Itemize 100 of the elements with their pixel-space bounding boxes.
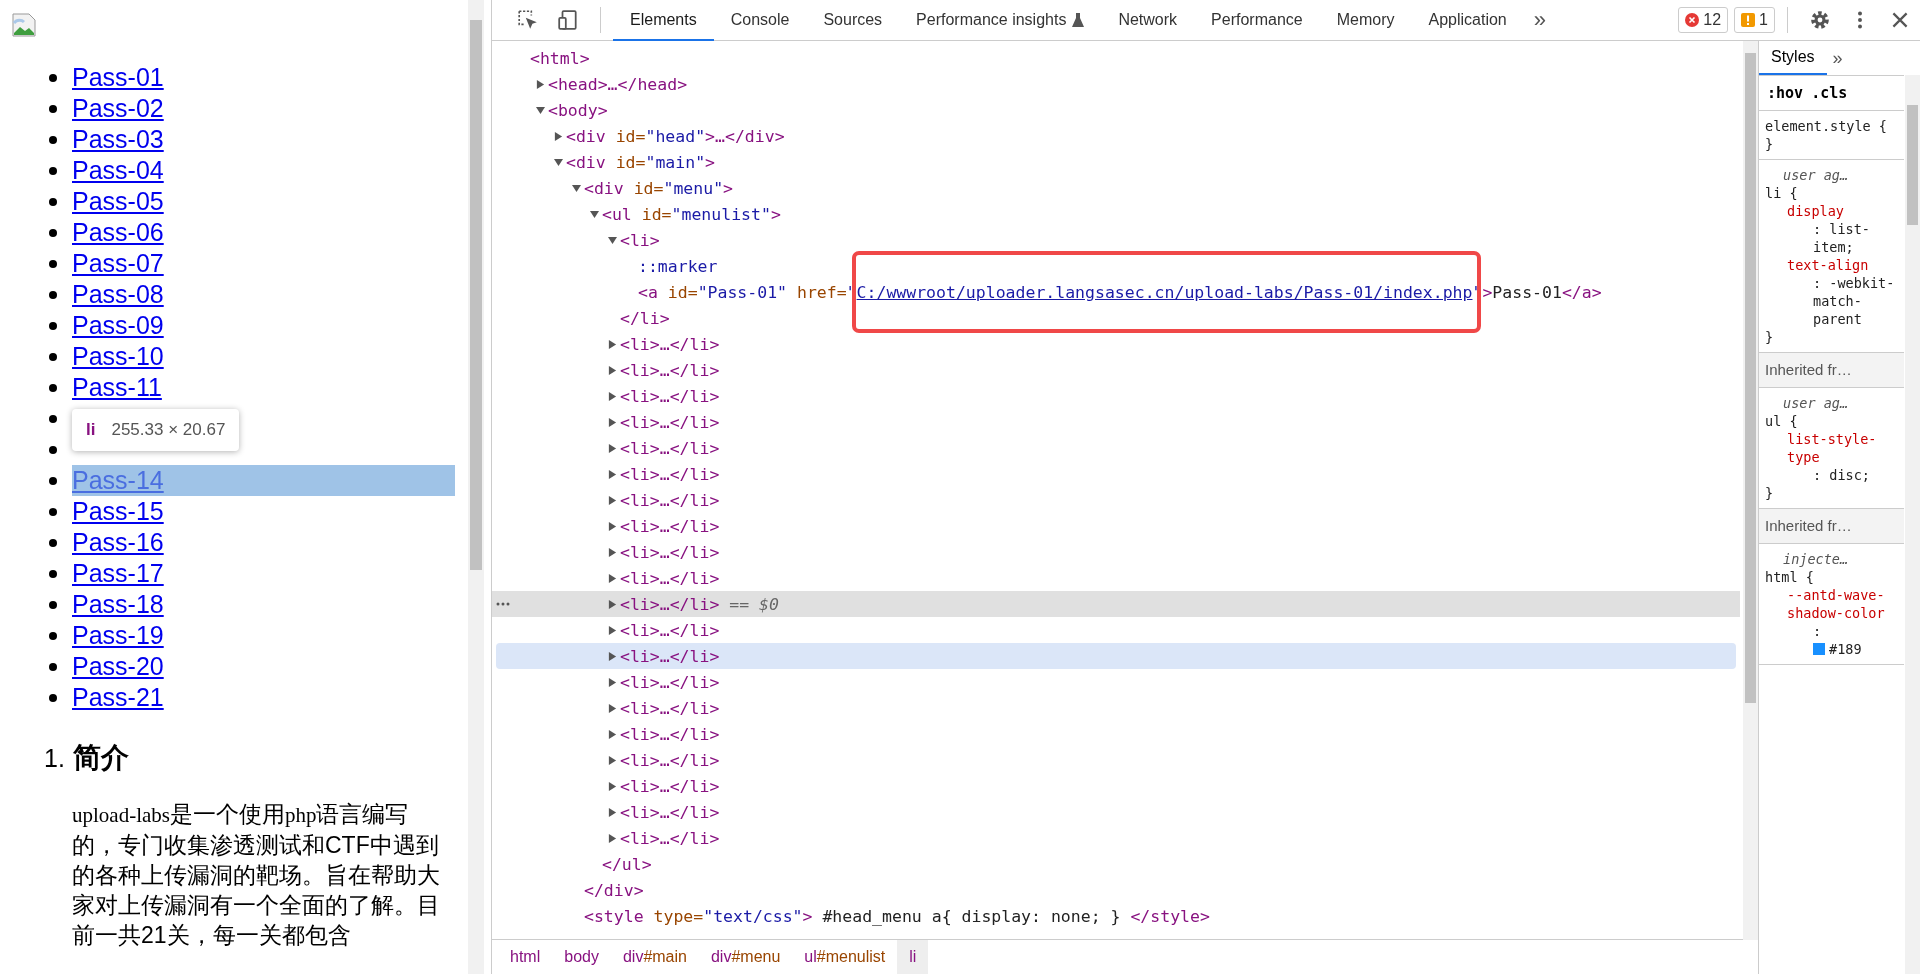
breadcrumb[interactable]: body [552,940,611,974]
pass-link[interactable]: Pass-16 [72,527,164,558]
dom-node[interactable]: <li>…</li> [620,646,720,666]
more-icon[interactable] [496,602,510,606]
dom-node-row[interactable]: <li>…</li> [496,721,1736,747]
settings-icon[interactable] [1809,9,1831,31]
collapsed-arrow-icon[interactable] [608,339,617,349]
dom-node[interactable]: </ul> [602,854,652,874]
panel-tab[interactable]: Network [1101,0,1195,41]
error-count-button[interactable]: 12 [1678,7,1729,33]
dom-node[interactable]: <li>…</li> [620,750,720,770]
collapsed-arrow-icon[interactable] [608,651,617,661]
pass-link[interactable]: Pass-02 [72,93,164,124]
dom-node[interactable]: <div id="head">…</div> [566,126,785,146]
panel-tab[interactable]: Elements [613,0,714,41]
dom-node[interactable]: <li>…</li> [620,776,720,796]
dom-node[interactable]: <head>…</head> [548,74,688,94]
collapsed-arrow-icon[interactable] [608,677,617,687]
pass-link[interactable]: Pass-15 [72,496,164,527]
collapsed-arrow-icon[interactable] [608,729,617,739]
dom-node[interactable]: <li>…</li> [620,438,720,458]
dom-node[interactable]: <li>…</li> [620,802,720,822]
dom-node[interactable]: <li>…</li> [620,542,720,562]
dom-node-row[interactable]: <li>…</li> == $0 [492,591,1740,617]
collapsed-arrow-icon[interactable] [608,417,617,427]
dom-node[interactable]: <li>…</li> [620,386,720,406]
dom-node[interactable]: <li>…</li> [620,464,720,484]
collapsed-arrow-icon[interactable] [608,703,617,713]
panel-tab[interactable]: Performance [1194,0,1320,41]
collapsed-arrow-icon[interactable] [608,365,617,375]
dom-node[interactable]: </div> [584,880,644,900]
dom-node[interactable]: <li>…</li> [620,724,720,744]
scrollbar[interactable] [1743,41,1758,940]
collapsed-arrow-icon[interactable] [608,521,617,531]
collapsed-arrow-icon[interactable] [608,443,617,453]
warning-count-button[interactable]: 1 [1734,7,1775,33]
dom-node-row[interactable]: <li>…</li> [496,565,1736,591]
scrollbar[interactable] [468,0,484,974]
panel-tab[interactable]: Performance insights [899,0,1102,41]
breadcrumb[interactable]: li [897,940,929,974]
dom-node[interactable]: <li>…</li> [620,672,720,692]
pass-link[interactable]: Pass-01 [72,62,164,93]
dom-node-row[interactable]: <li>…</li> [496,695,1736,721]
panel-tab[interactable]: Memory [1319,0,1412,41]
breadcrumb[interactable]: html [498,940,553,974]
dom-node[interactable]: <li>…</li> [620,334,720,354]
dom-node[interactable]: <li> [620,230,660,250]
dom-node[interactable]: <li>…</li> [620,412,720,432]
pass-link[interactable]: Pass-17 [72,558,164,589]
expanded-arrow-icon[interactable] [554,157,563,167]
panel-tab[interactable]: Console [713,0,807,41]
inspect-icon[interactable] [517,9,539,31]
expanded-arrow-icon[interactable] [572,183,581,193]
dom-node-row[interactable]: <li>…</li> [496,357,1736,383]
pass-link[interactable]: Pass-05 [72,186,164,217]
collapsed-arrow-icon[interactable] [554,131,563,141]
expanded-arrow-icon[interactable] [608,235,617,245]
dom-node[interactable]: </li> [620,308,670,328]
expanded-arrow-icon[interactable] [590,209,599,219]
dom-node-row[interactable]: <li>…</li> [496,747,1736,773]
dom-node-row[interactable]: <li>…</li> [496,643,1736,669]
more-tabs-button[interactable]: » [1826,41,1849,75]
collapsed-arrow-icon[interactable] [608,833,617,843]
dom-node[interactable]: <ul id="menulist"> [602,204,781,224]
collapsed-arrow-icon[interactable] [608,755,617,765]
pass-link[interactable]: Pass-19 [72,620,164,651]
dom-node-row[interactable]: <li>…</li> [496,773,1736,799]
collapsed-arrow-icon[interactable] [608,469,617,479]
dom-node-row[interactable]: <li> [496,227,1736,253]
color-swatch[interactable] [1813,643,1825,655]
dom-node-row[interactable]: <li>…</li> [496,383,1736,409]
pass-link[interactable]: Pass-08 [72,279,164,310]
pass-link[interactable]: Pass-20 [72,651,164,682]
collapsed-arrow-icon[interactable] [608,391,617,401]
dom-node-row[interactable]: <li>…</li> [496,799,1736,825]
dom-node-row[interactable]: <li>…</li> [496,487,1736,513]
dom-node-row[interactable]: <li>…</li> [496,409,1736,435]
dom-node[interactable]: <li>…</li> [620,620,720,640]
pass-link[interactable]: Pass-10 [72,341,164,372]
dom-node-row[interactable]: <li>…</li> [496,513,1736,539]
dom-node[interactable]: <li>…</li> [620,360,720,380]
pass-link[interactable]: Pass-09 [72,310,164,341]
dom-node-row[interactable]: <li>…</li> [496,825,1736,851]
panel-tab[interactable]: Application [1411,0,1524,41]
pass-link[interactable]: Pass-04 [72,155,164,186]
pass-link[interactable]: Pass-07 [72,248,164,279]
pass-link[interactable]: Pass-18 [72,589,164,620]
collapsed-arrow-icon[interactable] [608,625,617,635]
collapsed-arrow-icon[interactable] [608,599,617,609]
styles-tab[interactable]: Styles [1759,41,1827,75]
dom-node-row[interactable]: <li>…</li> [496,617,1736,643]
dom-node-row[interactable]: <li>…</li> [496,539,1736,565]
dom-node-row[interactable]: <li>…</li> [496,669,1736,695]
filter-toggle[interactable]: .cls [1809,84,1850,102]
dom-node[interactable]: <li>…</li> [620,828,720,848]
expanded-arrow-icon[interactable] [536,105,545,115]
filter-toggle[interactable]: :hov [1765,84,1806,102]
collapsed-arrow-icon[interactable] [608,781,617,791]
dom-node[interactable]: <body> [548,100,608,120]
dom-node[interactable]: <li>…</li> [620,568,720,588]
